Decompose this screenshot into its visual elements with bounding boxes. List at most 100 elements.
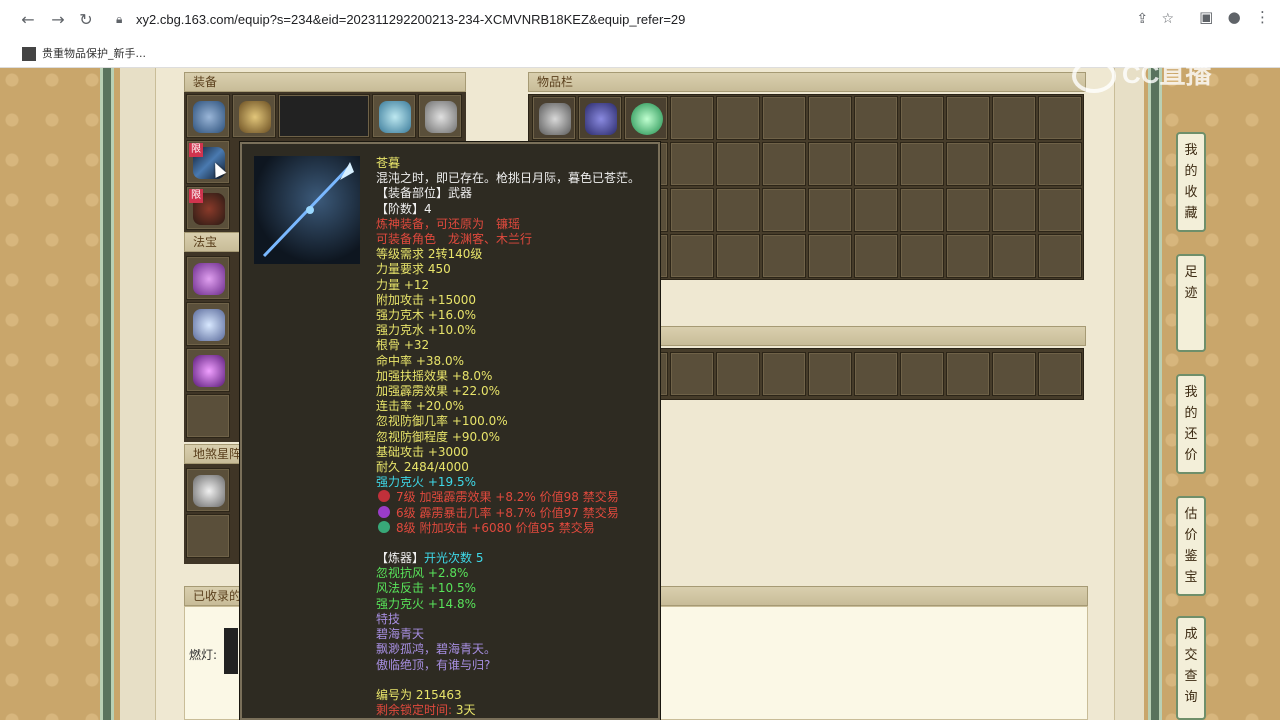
refine-stat: 强力克火 +14.8% xyxy=(376,596,476,611)
reload-icon[interactable]: ↻ xyxy=(74,8,98,32)
forward-icon[interactable]: → xyxy=(46,8,70,32)
inventory-cell[interactable] xyxy=(854,188,898,232)
inventory-cell[interactable] xyxy=(900,96,944,140)
equip-slot-shoes[interactable]: 限 xyxy=(186,186,230,230)
inventory-cell[interactable] xyxy=(854,96,898,140)
spear-icon xyxy=(262,162,354,258)
back-icon[interactable]: ← xyxy=(16,8,40,32)
pet-figure-icon xyxy=(539,103,571,135)
fabao-slot-3[interactable] xyxy=(186,348,230,392)
stat-line: 加强霹雳效果 +22.0% xyxy=(376,384,500,399)
inventory-cell[interactable] xyxy=(1038,96,1082,140)
item-note-2: 可装备角色 龙渊客、木兰行 xyxy=(376,232,533,247)
storage-cell[interactable] xyxy=(670,352,714,396)
inventory-cell[interactable] xyxy=(992,188,1036,232)
inventory-cell[interactable] xyxy=(854,142,898,186)
special-line: 飘渺孤鸿，碧海青天。 xyxy=(376,642,497,657)
inventory-cell[interactable] xyxy=(808,188,852,232)
storage-cell[interactable] xyxy=(808,352,852,396)
storage-cell[interactable] xyxy=(716,352,760,396)
inventory-cell[interactable] xyxy=(854,234,898,278)
inventory-cell[interactable] xyxy=(762,96,806,140)
inventory-cell[interactable] xyxy=(716,96,760,140)
necklace-icon xyxy=(239,101,271,133)
disha-slot-1[interactable] xyxy=(186,468,230,512)
inventory-cell[interactable] xyxy=(900,188,944,232)
inventory-cell[interactable] xyxy=(1038,188,1082,232)
serial-number: 编号为 215463 xyxy=(376,687,462,702)
inv-item-1[interactable] xyxy=(532,96,576,140)
item-tier: 【阶数】4 xyxy=(376,201,432,216)
sidebar-tab-label: 我 的 还 价 xyxy=(1184,385,1198,463)
storage-cell[interactable] xyxy=(1038,352,1082,396)
equip-slot-5[interactable] xyxy=(418,94,462,138)
inv-item-2[interactable] xyxy=(578,96,622,140)
lock-time-value: 3天 xyxy=(455,702,476,717)
inventory-cell[interactable] xyxy=(1038,234,1082,278)
watermark-text: CC直播 xyxy=(1122,59,1212,89)
gem-text: 6级 霹雳暴击几率 +8.7% 价值97 禁交易 xyxy=(396,505,619,520)
stat-cyan: 强力克火 +19.5% xyxy=(376,475,476,490)
inventory-cell[interactable] xyxy=(946,96,990,140)
address-bar[interactable]: 🔒︎ xy2.cbg.163.com/equip?s=234&eid=20231… xyxy=(104,5,1184,35)
lamp-slot[interactable] xyxy=(224,628,238,674)
inventory-cell[interactable] xyxy=(992,142,1036,186)
equip-slot-2[interactable] xyxy=(232,94,276,138)
storage-cell[interactable] xyxy=(762,352,806,396)
inventory-cell[interactable] xyxy=(900,234,944,278)
inventory-cell[interactable] xyxy=(716,234,760,278)
inventory-cell[interactable] xyxy=(946,188,990,232)
equip-slot-1[interactable] xyxy=(186,94,230,138)
inventory-cell[interactable] xyxy=(670,188,714,232)
inventory-cell[interactable] xyxy=(670,142,714,186)
inventory-cell[interactable] xyxy=(762,234,806,278)
inventory-cell[interactable] xyxy=(946,234,990,278)
browser-menu-icons[interactable]: ▣ ● ⋮ xyxy=(1199,8,1270,26)
stat-line: 力量要求 450 xyxy=(376,262,451,277)
storage-cell[interactable] xyxy=(854,352,898,396)
inventory-cell[interactable] xyxy=(716,142,760,186)
inventory-cell[interactable] xyxy=(808,96,852,140)
item-desc: 混沌之时，即已存在。枪挑日月际，暮色已苍茫。 xyxy=(376,171,641,186)
limit-badge: 限 xyxy=(189,143,203,157)
equip-slot-3[interactable] xyxy=(278,94,370,138)
storage-cell[interactable] xyxy=(900,352,944,396)
storage-cell[interactable] xyxy=(946,352,990,396)
belt-icon xyxy=(425,101,457,133)
star-icon[interactable]: ⇪ ☆ xyxy=(1136,11,1174,27)
inventory-cell[interactable] xyxy=(946,142,990,186)
inventory-cell[interactable] xyxy=(716,188,760,232)
disha-slot-2[interactable] xyxy=(186,514,230,558)
inventory-cell[interactable] xyxy=(1038,142,1082,186)
inventory-cell[interactable] xyxy=(762,142,806,186)
bookmark-item[interactable]: 贵重物品保护_新手... xyxy=(22,45,146,61)
sidebar-tab-label: 足 迹 xyxy=(1184,265,1198,301)
stat-line: 强力克木 +16.0% xyxy=(376,308,476,323)
sidebar-tab-label: 成 交 查 询 xyxy=(1184,627,1198,705)
url-text[interactable]: xy2.cbg.163.com/equip?s=234&eid=20231129… xyxy=(136,12,685,27)
sidebar-tab[interactable]: 成 交 查 询 xyxy=(1176,616,1206,720)
gem-line: 6级 霹雳暴击几率 +8.7% 价值97 禁交易 xyxy=(376,505,656,521)
fabao-ring-icon xyxy=(193,355,225,387)
inventory-cell[interactable] xyxy=(670,96,714,140)
inventory-cell[interactable] xyxy=(670,234,714,278)
inventory-cell[interactable] xyxy=(808,234,852,278)
sidebar-tab[interactable]: 我 的 收 藏 xyxy=(1176,132,1206,232)
item-tooltip: 苍暮 混沌之时，即已存在。枪挑日月际，暮色已苍茫。 【装备部位】武器 【阶数】4… xyxy=(240,142,660,720)
equip-slot-weapon[interactable]: 限 xyxy=(186,140,230,184)
equip-slot-4[interactable] xyxy=(372,94,416,138)
inventory-cell[interactable] xyxy=(992,234,1036,278)
sidebar-tab[interactable]: 估 价 鉴 宝 xyxy=(1176,496,1206,596)
fabao-slot-4[interactable] xyxy=(186,394,230,438)
fabao-slot-1[interactable] xyxy=(186,256,230,300)
inventory-cell[interactable] xyxy=(808,142,852,186)
sidebar-tab[interactable]: 我 的 还 价 xyxy=(1176,374,1206,474)
inv-item-3[interactable] xyxy=(624,96,668,140)
sidebar-tab[interactable]: 足 迹 xyxy=(1176,254,1206,352)
inventory-cell[interactable] xyxy=(762,188,806,232)
inventory-cell[interactable] xyxy=(992,96,1036,140)
inventory-cell[interactable] xyxy=(900,142,944,186)
sidebar-tab-label: 估 价 鉴 宝 xyxy=(1184,507,1198,585)
storage-cell[interactable] xyxy=(992,352,1036,396)
fabao-slot-2[interactable] xyxy=(186,302,230,346)
